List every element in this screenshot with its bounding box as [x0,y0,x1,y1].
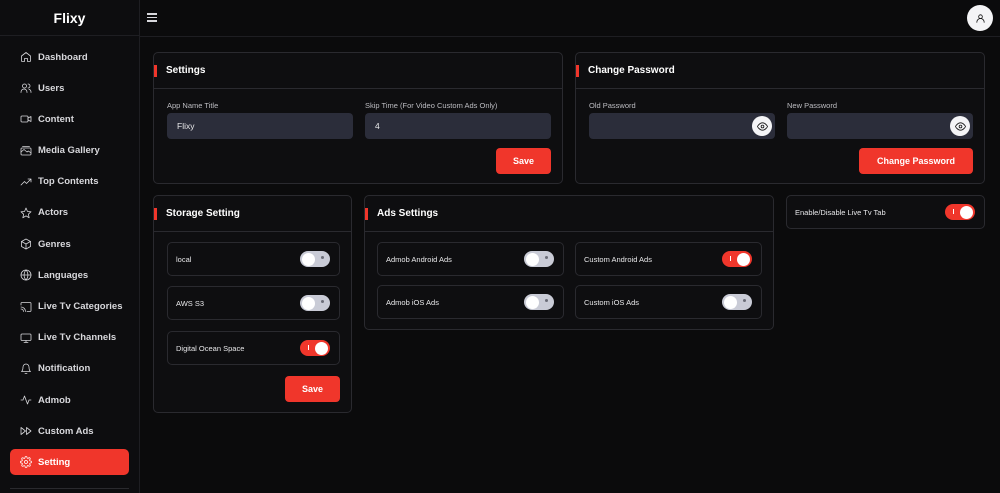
sidebar-item-label: Notification [38,363,91,375]
show-old-password-eye-icon[interactable] [752,116,772,136]
storage-option-aws-s3: AWS S3 [167,286,340,320]
sidebar-item-label: Setting [38,456,71,468]
sidebar-item-top-contents[interactable]: Top Contents [10,169,129,195]
sidebar-item-label: Content [38,113,74,125]
sidebar-item-live-tv-channels[interactable]: Live Tv Channels [10,325,129,351]
trending-icon [20,178,32,186]
box-icon [21,238,31,250]
topbar [140,0,1000,37]
ads-option-label: Custom Android Ads [584,254,652,264]
sidebar-item-admob[interactable]: Admob [10,387,129,413]
sidebar-item-label: Media Gallery [38,145,100,157]
new-password-input[interactable] [787,113,973,139]
ads-option-label: Admob iOS Ads [386,297,439,307]
settings-card: Settings App Name Title Flixy Skip Time … [153,52,563,184]
custom-ios-toggle[interactable] [722,294,752,310]
settings-save-button[interactable]: Save [496,148,551,174]
storage-setting-title: Storage Setting [154,196,351,232]
video-icon [20,115,32,123]
live-tv-toggle[interactable] [945,204,975,220]
sidebar-item-users[interactable]: Users [10,75,129,101]
brand-logo: Flixy [0,0,139,36]
star-icon [20,207,32,219]
digital-ocean-toggle[interactable] [300,340,330,356]
hamburger-menu-icon[interactable] [147,13,157,23]
sidebar-item-actors[interactable]: Actors [10,200,129,226]
bell-icon [21,363,31,374]
storage-setting-card: Storage Setting local AWS S3 Digital Oce… [153,195,352,413]
live-tv-card: Enable/Disable Live Tv Tab [786,195,985,229]
sidebar-item-custom-ads[interactable]: Custom Ads [10,418,129,444]
sidebar-item-notification[interactable]: Notification [10,356,129,382]
gallery-icon [20,145,32,155]
ads-option-label: Custom iOS Ads [584,297,640,307]
old-password-label: Old Password [589,101,636,110]
sidebar-item-label: Custom Ads [38,425,94,437]
cast-icon [20,301,32,312]
sidebar-item-label: Genres [38,238,71,250]
aws-s3-toggle[interactable] [300,295,330,311]
ads-settings-card: Ads Settings Admob Android Ads Custom An… [364,195,774,330]
custom-android-toggle[interactable] [722,251,752,267]
new-password-label: New Password [787,101,838,110]
sidebar-item-label: Dashboard [38,51,88,63]
sidebar-item-label: Live Tv Categories [38,301,123,312]
activity-icon [20,395,32,405]
ads-option-admob-ios: Admob iOS Ads [377,285,564,319]
change-password-title: Change Password [576,53,984,89]
sidebar-item-label: Languages [38,269,89,281]
user-icon [975,13,985,23]
sidebar-item-label: Live Tv Channels [38,332,117,344]
sidebar-item-label: Admob [38,394,71,406]
change-password-button[interactable]: Change Password [859,148,973,174]
sidebar-item-setting[interactable]: Setting [10,449,129,476]
local-toggle[interactable] [300,251,330,267]
sidebar-item-live-tv-categories[interactable]: Live Tv Categories [10,294,129,320]
sidebar-item-label: Users [38,82,65,94]
sidebar-item-languages[interactable]: Languages [10,262,129,288]
sidebar-item-genres[interactable]: Genres [10,231,129,257]
fast-forward-icon [20,427,32,436]
ads-option-custom-android: Custom Android Ads [575,242,762,276]
sidebar-nav: Dashboard Users Content Media Gallery To… [0,36,139,476]
users-icon [20,83,32,94]
ads-option-admob-android: Admob Android Ads [377,242,564,276]
live-tv-label: Enable/Disable Live Tv Tab [795,207,886,217]
gear-icon [20,456,32,469]
avatar[interactable] [967,5,993,31]
storage-option-digital-ocean: Digital Ocean Space [167,331,340,365]
admob-ios-toggle[interactable] [524,294,554,310]
sidebar-item-media-gallery[interactable]: Media Gallery [10,138,129,164]
skip-time-label: Skip Time (For Video Custom Ads Only) [365,101,498,110]
skip-time-input[interactable]: 4 [365,113,551,139]
old-password-input[interactable] [589,113,775,139]
sidebar: Flixy Dashboard Users Content Media Gall… [0,0,140,493]
sidebar-item-dashboard[interactable]: Dashboard [10,44,129,70]
storage-save-button[interactable]: Save [285,376,340,402]
ads-option-label: Admob Android Ads [386,254,452,264]
settings-title: Settings [154,53,562,89]
ads-option-custom-ios: Custom iOS Ads [575,285,762,319]
change-password-card: Change Password Old Password New Passwor… [575,52,985,184]
app-name-label: App Name Title [167,101,219,110]
ads-settings-title: Ads Settings [365,196,773,232]
storage-option-label: AWS S3 [176,298,205,308]
sidebar-item-content[interactable]: Content [10,106,129,132]
home-icon [21,52,31,62]
storage-option-local: local [167,242,340,276]
tv-icon [20,333,32,343]
sidebar-item-label: Actors [38,207,69,219]
admob-android-toggle[interactable] [524,251,554,267]
show-new-password-eye-icon[interactable] [950,116,970,136]
divider [10,488,129,489]
app-name-input[interactable]: Flixy [167,113,353,139]
storage-option-label: Digital Ocean Space [176,343,245,353]
sidebar-item-label: Top Contents [38,176,99,188]
globe-icon [20,269,32,281]
storage-option-label: local [176,254,192,264]
